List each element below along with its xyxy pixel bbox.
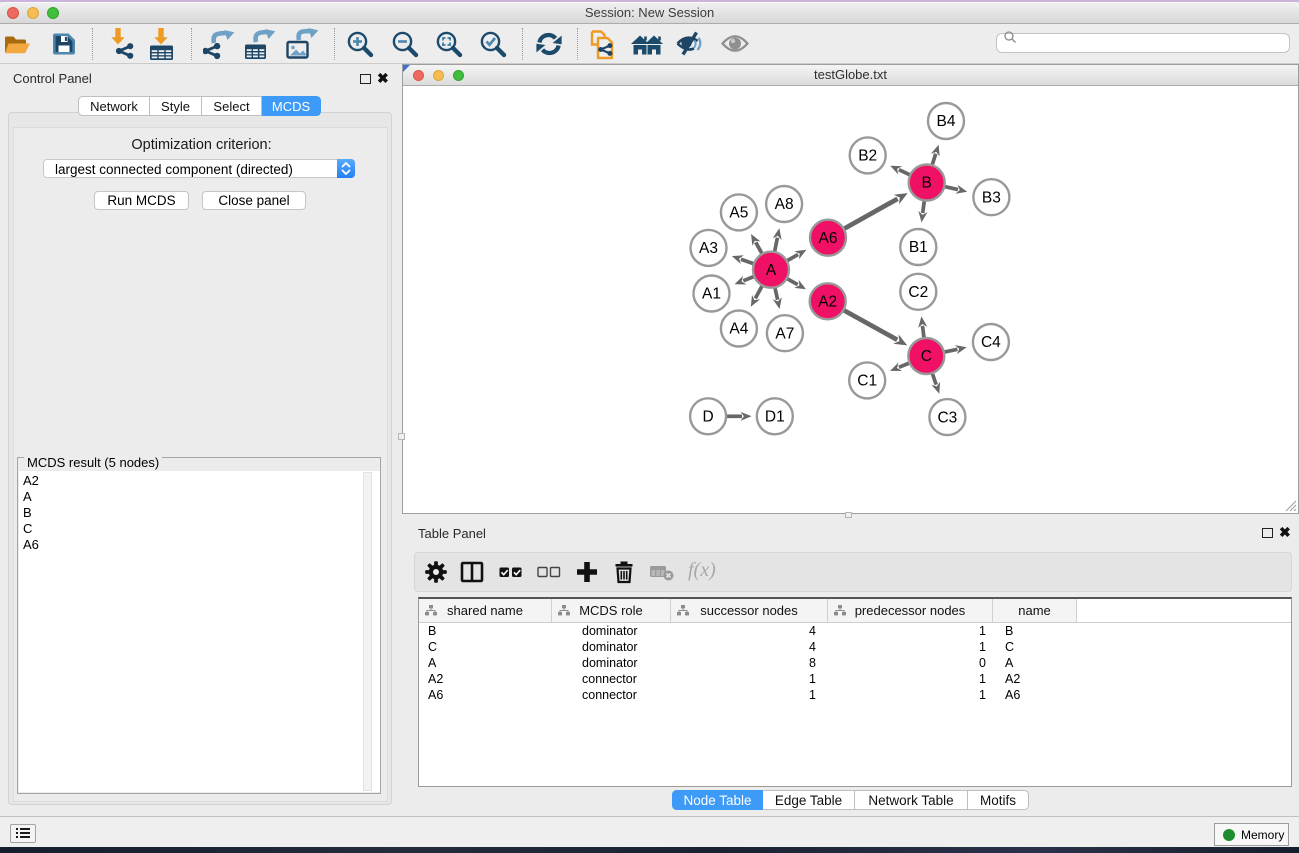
svg-text:D1: D1 bbox=[765, 409, 785, 426]
svg-text:A2: A2 bbox=[818, 294, 837, 311]
svg-text:B4: B4 bbox=[937, 113, 956, 130]
svg-text:A7: A7 bbox=[775, 325, 794, 342]
svg-text:A3: A3 bbox=[699, 240, 718, 257]
svg-text:A8: A8 bbox=[775, 196, 794, 213]
svg-text:A: A bbox=[766, 262, 777, 279]
svg-text:C1: C1 bbox=[857, 373, 877, 390]
svg-text:B1: B1 bbox=[909, 239, 928, 256]
svg-text:B: B bbox=[922, 175, 932, 192]
svg-text:C4: C4 bbox=[981, 334, 1001, 351]
svg-text:A6: A6 bbox=[819, 230, 838, 247]
svg-text:C2: C2 bbox=[908, 284, 928, 301]
svg-text:A1: A1 bbox=[702, 286, 721, 303]
svg-text:B3: B3 bbox=[982, 189, 1001, 206]
svg-text:A4: A4 bbox=[729, 321, 748, 338]
svg-text:D: D bbox=[702, 409, 713, 426]
svg-text:B2: B2 bbox=[858, 148, 877, 165]
svg-text:C3: C3 bbox=[937, 409, 957, 426]
svg-text:A5: A5 bbox=[729, 205, 748, 222]
svg-text:C: C bbox=[921, 348, 932, 365]
